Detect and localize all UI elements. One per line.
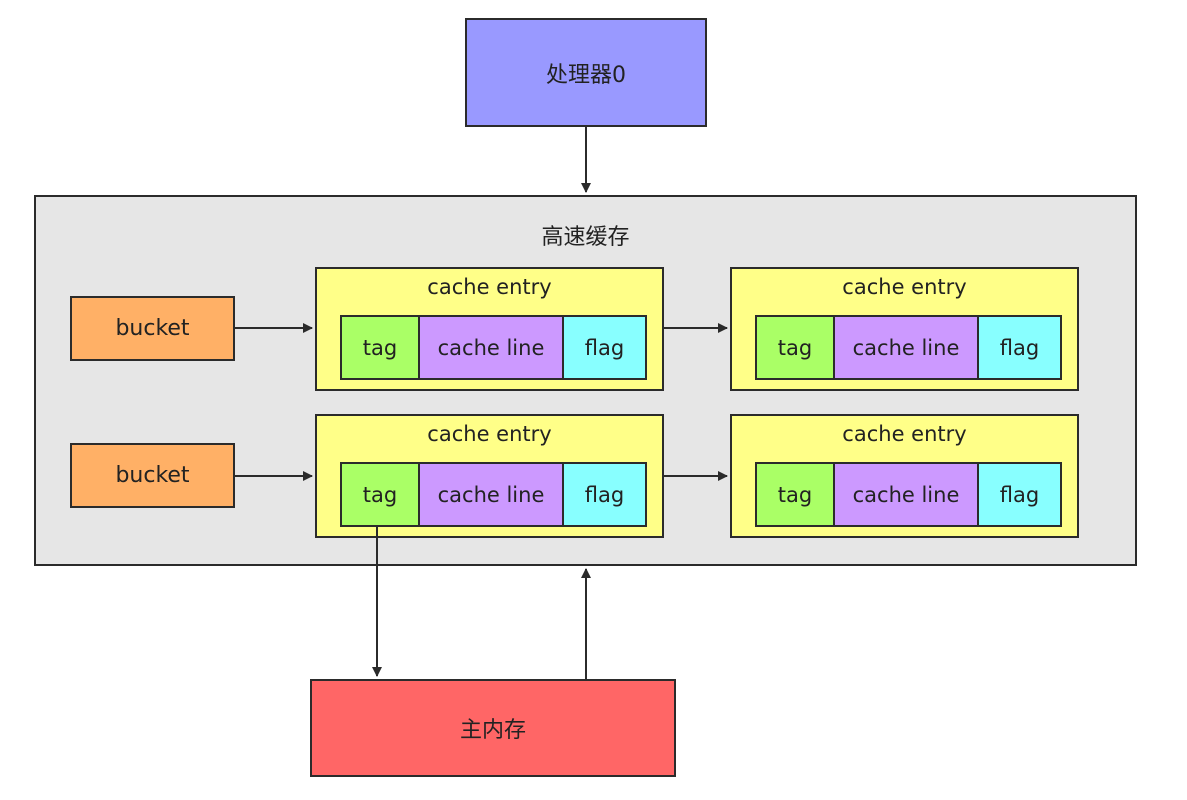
cache-entry-fields: tag cache line flag (755, 315, 1062, 380)
tag-field: tag (757, 464, 835, 525)
cache-entry-title: cache entry (427, 422, 552, 446)
bucket-label: bucket (115, 463, 190, 488)
cache-entry-title: cache entry (842, 275, 967, 299)
cache-line-field: cache line (835, 317, 979, 378)
tag-field: tag (757, 317, 835, 378)
bucket-0: bucket (70, 296, 235, 361)
tag-field: tag (342, 317, 420, 378)
cache-title: 高速缓存 (541, 225, 630, 250)
bucket-label: bucket (115, 316, 190, 341)
flag-field: flag (979, 317, 1060, 378)
flag-field: flag (564, 317, 645, 378)
main-memory-label: 主内存 (459, 718, 526, 743)
main-memory-box: 主内存 (310, 679, 676, 777)
cache-entry-fields: tag cache line flag (340, 462, 647, 527)
tag-field: tag (342, 464, 420, 525)
flag-field: flag (564, 464, 645, 525)
cache-line-field: cache line (420, 464, 564, 525)
cache-entry: cache entry tag cache line flag (730, 414, 1079, 538)
cache-entry-title: cache entry (427, 275, 552, 299)
cache-entry: cache entry tag cache line flag (315, 414, 664, 538)
processor-label: 处理器0 (546, 62, 626, 88)
cache-line-field: cache line (835, 464, 979, 525)
processor-box: 处理器0 (465, 18, 707, 127)
cache-entry-title: cache entry (842, 422, 967, 446)
cache-entry-fields: tag cache line flag (340, 315, 647, 380)
cache-entry: cache entry tag cache line flag (730, 267, 1079, 391)
cache-line-field: cache line (420, 317, 564, 378)
cache-entry-fields: tag cache line flag (755, 462, 1062, 527)
bucket-1: bucket (70, 443, 235, 508)
cache-entry: cache entry tag cache line flag (315, 267, 664, 391)
flag-field: flag (979, 464, 1060, 525)
